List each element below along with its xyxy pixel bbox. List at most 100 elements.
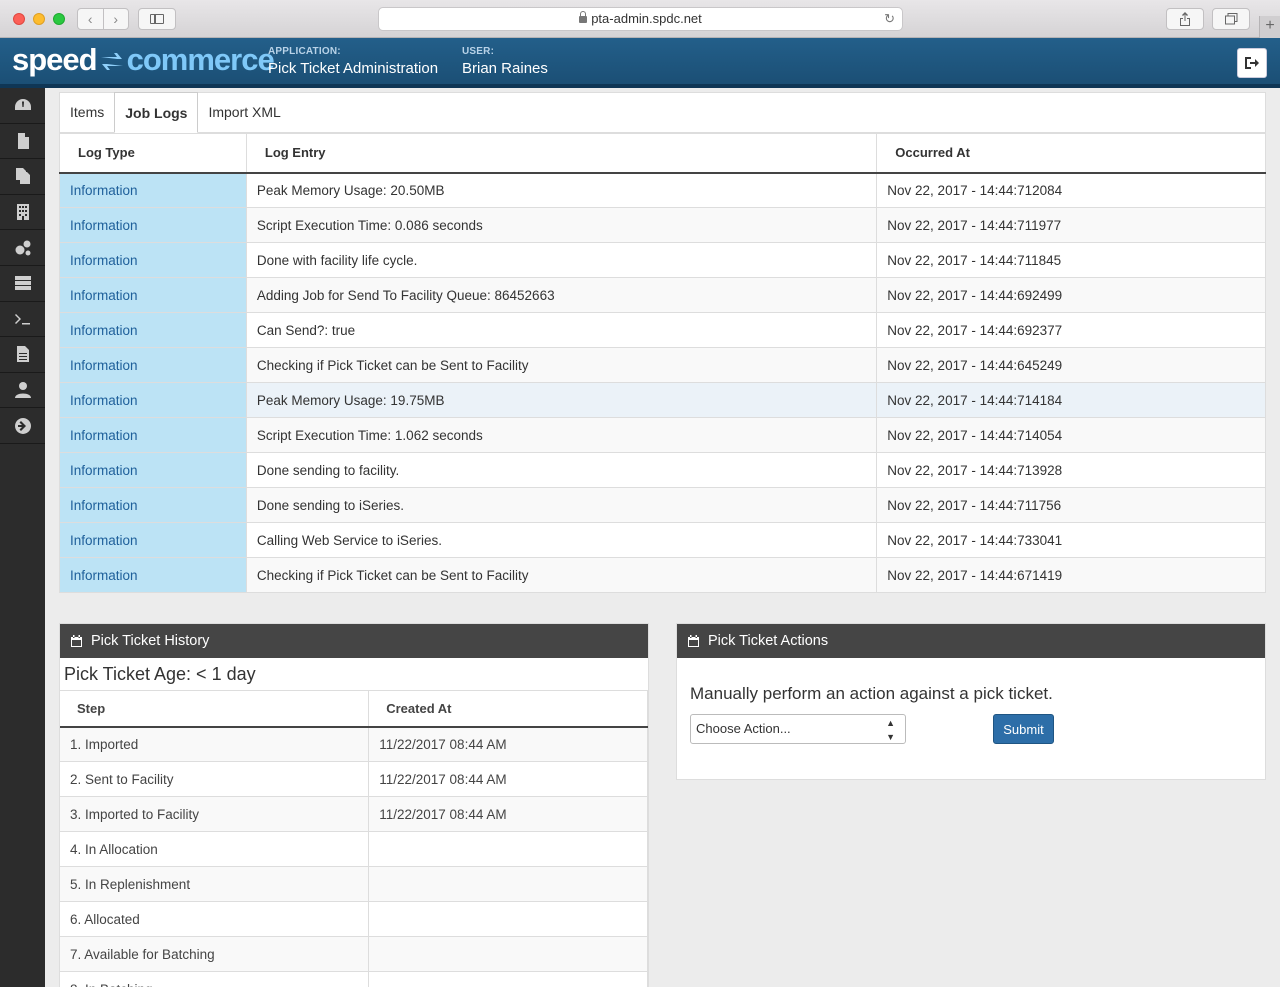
step-cell: 5. In Replenishment — [60, 866, 370, 902]
col-header-log-type[interactable]: Log Type — [59, 133, 247, 174]
tab-import-xml[interactable]: Import XML — [198, 92, 290, 132]
minimize-window-button[interactable] — [33, 13, 45, 25]
log-type-cell: Information — [59, 522, 247, 558]
nav-user[interactable] — [0, 373, 45, 409]
col-header-log-entry[interactable]: Log Entry — [246, 133, 878, 174]
url-text: pta-admin.spdc.net — [591, 11, 702, 26]
logo-arrows-icon — [99, 47, 125, 73]
created-at-cell — [368, 831, 648, 867]
log-row[interactable]: Information Done with facility life cycle… — [59, 242, 1266, 278]
history-row: 1. Imported 11/22/2017 08:44 AM — [60, 726, 648, 762]
col-header-step[interactable]: Step — [60, 690, 370, 728]
step-cell: 1. Imported — [60, 726, 370, 762]
occurred-at-cell: Nov 22, 2017 - 14:44:692499 — [876, 277, 1266, 313]
sidebar-toggle-button[interactable] — [138, 8, 176, 30]
history-table: Step Created At 1. Imported 11/22/2017 08… — [60, 690, 648, 987]
choose-action-value: Choose Action... — [696, 721, 791, 736]
log-row[interactable]: Information Calling Web Service to iSerie… — [59, 522, 1266, 558]
step-cell: 8. In Batching — [60, 971, 370, 987]
user-label: USER: — [462, 46, 495, 57]
lock-icon — [579, 11, 588, 23]
share-button[interactable] — [1166, 8, 1204, 30]
log-type-cell: Information — [59, 557, 247, 593]
nav-building[interactable] — [0, 195, 45, 231]
building-icon — [16, 204, 29, 221]
forward-icon[interactable]: › — [104, 9, 129, 29]
log-row[interactable]: Information Peak Memory Usage: 19.75MB Nov… — [59, 382, 1266, 418]
share-icon — [1180, 12, 1190, 26]
address-bar[interactable]: pta-admin.spdc.net ↻ — [378, 7, 903, 31]
occurred-at-cell: Nov 22, 2017 - 14:44:712084 — [876, 172, 1266, 208]
log-entry-cell: Calling Web Service to iSeries. — [246, 522, 878, 558]
occurred-at-cell: Nov 22, 2017 - 14:44:645249 — [876, 347, 1266, 383]
tab-bar: Items Job Logs Import XML — [59, 92, 1266, 133]
logout-button[interactable] — [1237, 48, 1267, 78]
history-panel-title: Pick Ticket History — [91, 633, 210, 649]
terminal-icon — [14, 313, 30, 325]
log-entry-cell: Can Send?: true — [246, 312, 878, 348]
application-label: APPLICATION: — [268, 46, 341, 57]
log-row[interactable]: Information Script Execution Time: 1.062 … — [59, 417, 1266, 453]
log-row[interactable]: Information Checking if Pick Ticket can b… — [59, 347, 1266, 383]
created-at-cell — [368, 866, 648, 902]
server-icon — [14, 276, 31, 291]
step-cell: 6. Allocated — [60, 901, 370, 937]
history-row: 6. Allocated — [60, 901, 648, 937]
speed-commerce-logo[interactable]: speed commerce — [12, 42, 275, 78]
tab-job-logs[interactable]: Job Logs — [114, 92, 199, 133]
log-type-cell: Information — [59, 417, 247, 453]
nav-document[interactable] — [0, 337, 45, 373]
show-tabs-button[interactable] — [1212, 8, 1250, 30]
log-table-header: Log Type Log Entry Occurred At — [59, 133, 1266, 174]
nav-files[interactable] — [0, 159, 45, 195]
job-logs-section: Items Job Logs Import XML Log Type Log E… — [59, 92, 1266, 593]
log-row[interactable]: Information Can Send?: true Nov 22, 2017 -… — [59, 312, 1266, 348]
tab-items[interactable]: Items — [60, 92, 114, 132]
user-field: USER: Brian Raines — [462, 46, 548, 77]
nav-file[interactable] — [0, 124, 45, 160]
log-row[interactable]: Information Done sending to facility. Nov … — [59, 452, 1266, 488]
log-row[interactable]: Information Script Execution Time: 0.086 … — [59, 207, 1266, 243]
occurred-at-cell: Nov 22, 2017 - 14:44:671419 — [876, 557, 1266, 593]
nav-dashboard[interactable] — [0, 88, 45, 124]
history-row: 2. Sent to Facility 11/22/2017 08:44 AM — [60, 761, 648, 797]
zoom-window-button[interactable] — [53, 13, 65, 25]
log-type-cell: Information — [59, 452, 247, 488]
browser-toolbar: ‹ › pta-admin.spdc.net ↻ + — [0, 0, 1280, 38]
reload-icon[interactable]: ↻ — [884, 8, 895, 30]
choose-action-select[interactable]: Choose Action... ▲ ▼ — [690, 714, 906, 744]
log-row[interactable]: Information Checking if Pick Ticket can b… — [59, 557, 1266, 593]
created-at-cell: 11/22/2017 08:44 AM — [368, 796, 648, 832]
step-cell: 3. Imported to Facility — [60, 796, 370, 832]
job-log-table: Log Type Log Entry Occurred At Informati… — [59, 133, 1266, 593]
log-entry-cell: Checking if Pick Ticket can be Sent to F… — [246, 347, 878, 383]
logo-commerce-text: commerce — [126, 42, 275, 77]
nav-server[interactable] — [0, 266, 45, 302]
history-row: 3. Imported to Facility 11/22/2017 08:44 … — [60, 796, 648, 832]
nav-terminal[interactable] — [0, 302, 45, 338]
occurred-at-cell: Nov 22, 2017 - 14:44:714184 — [876, 382, 1266, 418]
log-entry-cell: Done sending to facility. — [246, 452, 878, 488]
close-window-button[interactable] — [13, 13, 25, 25]
occurred-at-cell: Nov 22, 2017 - 14:44:733041 — [876, 522, 1266, 558]
log-row[interactable]: Information Adding Job for Send To Facili… — [59, 277, 1266, 313]
nav-go[interactable] — [0, 408, 45, 444]
submit-button[interactable]: Submit — [993, 714, 1054, 744]
application-value: Pick Ticket Administration — [268, 60, 439, 77]
step-cell: 2. Sent to Facility — [60, 761, 370, 797]
log-entry-cell: Adding Job for Send To Facility Queue: 8… — [246, 277, 878, 313]
log-entry-cell: Done sending to iSeries. — [246, 487, 878, 523]
log-type-cell: Information — [59, 242, 247, 278]
log-row[interactable]: Information Done sending to iSeries. Nov 2… — [59, 487, 1266, 523]
history-panel-header: Pick Ticket History — [60, 624, 648, 658]
col-header-occurred-at[interactable]: Occurred At — [876, 133, 1266, 174]
dashboard-icon — [14, 99, 31, 111]
nav-settings[interactable] — [0, 230, 45, 266]
document-icon — [16, 346, 29, 363]
new-tab-button[interactable]: + — [1259, 16, 1280, 38]
log-row[interactable]: Information Peak Memory Usage: 20.50MB Nov… — [59, 172, 1266, 208]
col-header-created-at[interactable]: Created At — [368, 690, 648, 728]
created-at-cell — [368, 971, 648, 987]
back-icon[interactable]: ‹ — [78, 9, 104, 29]
logo-speed-text: speed — [12, 42, 98, 77]
